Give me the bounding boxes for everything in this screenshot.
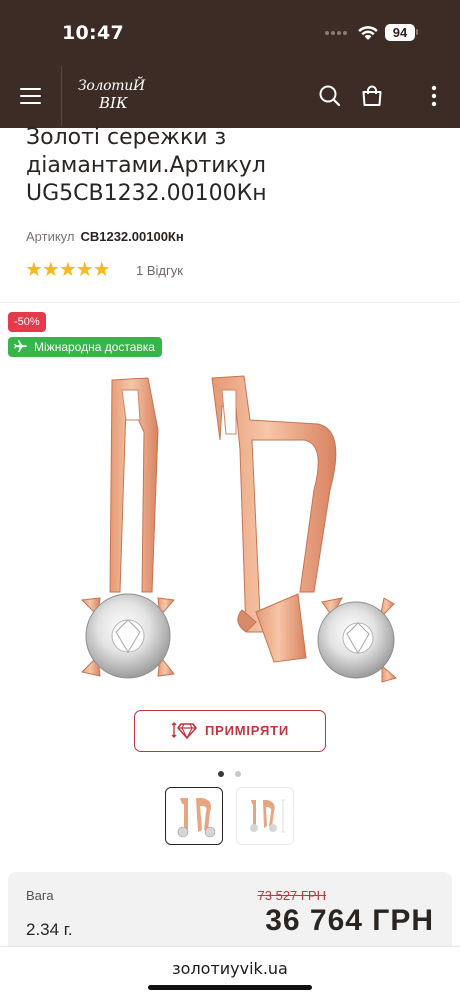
cart-icon[interactable] (360, 84, 384, 108)
weight-label: Вага (26, 888, 54, 903)
discount-badge: -50% (8, 312, 46, 332)
weight-value: 2.34 г. (26, 920, 73, 939)
status-time: 10:47 (62, 22, 124, 44)
logo-text-top: ЗолотиЙ (78, 78, 145, 94)
delivery-badge-label: Міжнародна доставка (34, 340, 155, 354)
earrings-image[interactable] (60, 360, 410, 700)
thumbnail-dimensions-icon (250, 799, 285, 833)
header-divider (61, 66, 62, 126)
more-vertical-icon[interactable] (422, 84, 446, 108)
thumbnail-earrings-icon (177, 798, 216, 838)
try-on-label: ПРИМІРЯТИ (205, 723, 289, 738)
signal-dots-icon (325, 31, 349, 37)
delivery-badge: Міжнародна доставка (8, 337, 162, 357)
home-indicator (148, 985, 312, 990)
status-bar: 10:47 94 (0, 0, 460, 64)
search-icon[interactable] (318, 84, 342, 108)
product-title: Золоті сережки з діамантами.Артикул UG5C… (26, 125, 267, 206)
sku-row: Артикул CB1232.00100Кн (26, 229, 184, 244)
divider (0, 302, 460, 303)
browser-url-bar[interactable]: золотиyvik.ua (0, 946, 460, 1000)
carousel-dot[interactable] (235, 771, 241, 777)
site-header: ЗолотиЙ ВІК (0, 64, 460, 128)
old-price: 73 527 ГРН (257, 888, 326, 903)
wifi-icon (358, 26, 378, 40)
battery-tip (416, 29, 418, 35)
carousel-dot-active[interactable] (218, 771, 224, 777)
price-panel: Вага 2.34 г. 73 527 ГРН 36 764 ГРН (8, 872, 452, 952)
thumbnail-earrings[interactable] (165, 787, 223, 845)
thumbnail-earrings-dimensions[interactable] (236, 787, 294, 845)
sku-value: CB1232.00100Кн (80, 229, 184, 244)
diamond-ruler-icon (171, 722, 197, 740)
reviews-link[interactable]: 1 Відгук (136, 263, 183, 278)
sku-label: Артикул (26, 229, 75, 244)
try-on-button[interactable]: ПРИМІРЯТИ (134, 710, 326, 752)
airplane-icon (14, 340, 27, 353)
menu-icon[interactable] (20, 88, 41, 104)
logo-text-bottom: ВІК (99, 94, 128, 112)
current-price: 36 764 ГРН (265, 904, 434, 937)
battery-icon: 94 (385, 24, 415, 41)
site-logo[interactable]: ЗолотиЙ ВІК (78, 78, 158, 114)
url-text[interactable]: золотиyvik.ua (0, 959, 460, 978)
rating-stars: ★★★★★ (25, 259, 111, 281)
